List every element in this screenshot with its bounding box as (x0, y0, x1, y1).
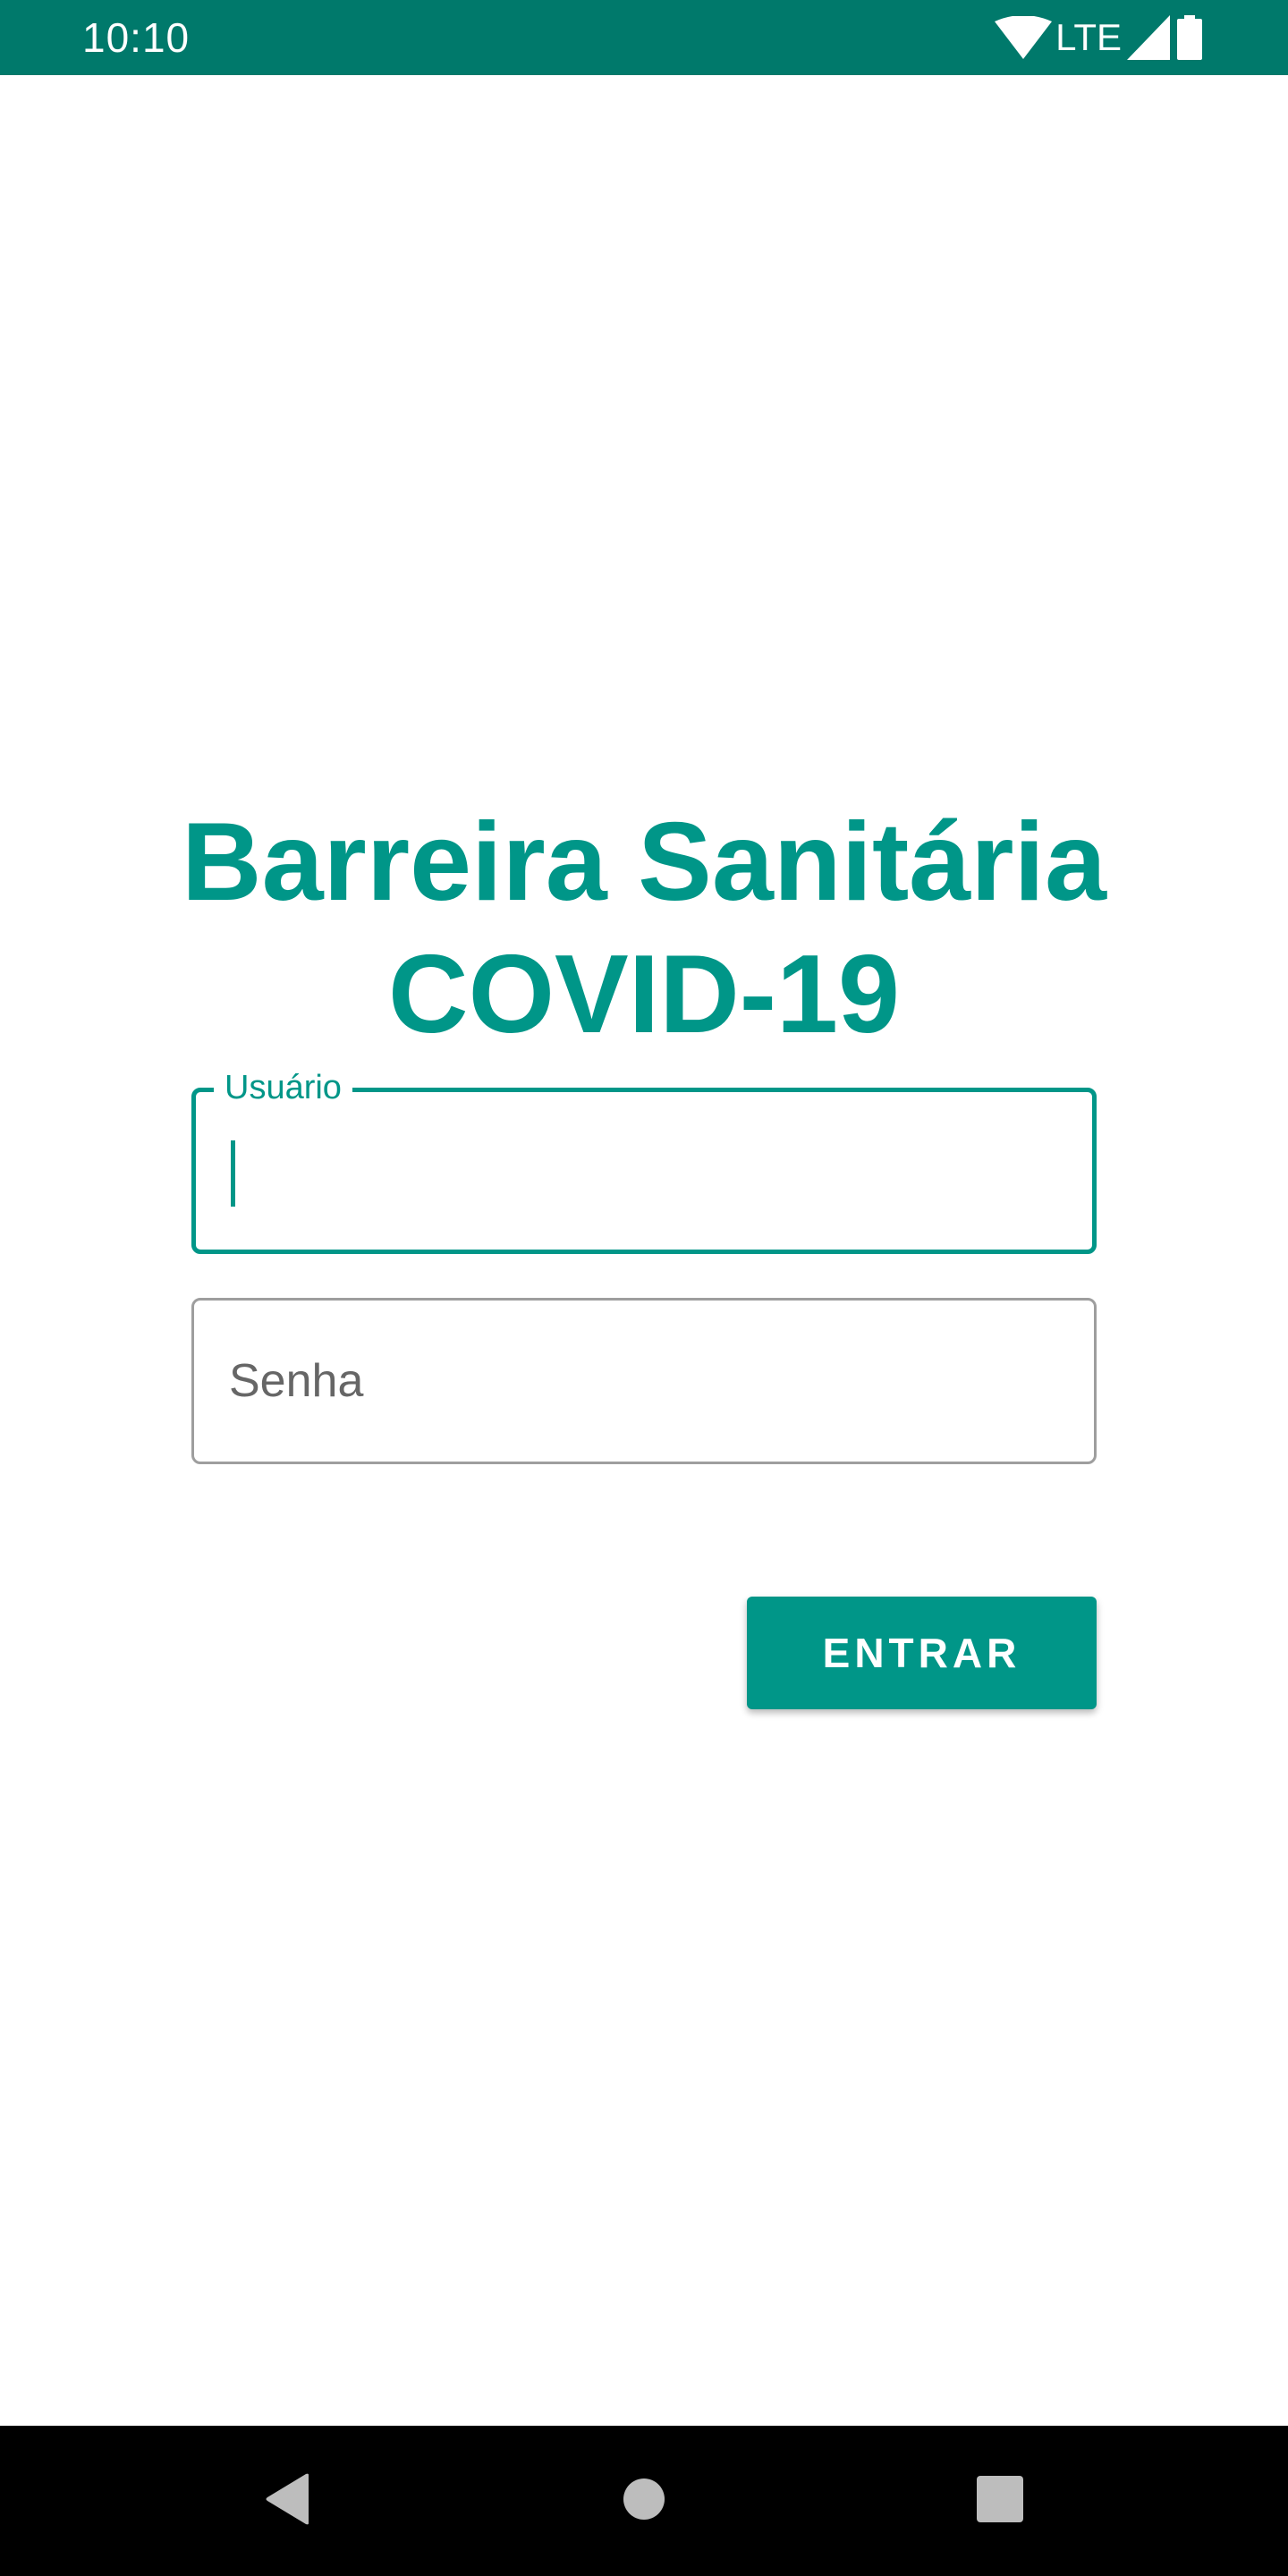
app-title-line2: COVID-19 (388, 933, 900, 1056)
username-field[interactable]: Usuário (191, 1067, 1097, 1254)
app-title: Barreira Sanitária COVID-19 (0, 796, 1288, 1061)
status-icons: LTE (995, 13, 1202, 63)
recents-button[interactable] (946, 2426, 1054, 2576)
home-icon (623, 2478, 665, 2525)
back-icon (264, 2473, 310, 2529)
signal-icon (1127, 15, 1170, 60)
navigation-bar (0, 2426, 1288, 2576)
wifi-icon (995, 16, 1053, 59)
app-title-line1: Barreira Sanitária (182, 801, 1106, 924)
status-time: 10:10 (82, 14, 191, 61)
network-type-label: LTE (1055, 16, 1122, 58)
battery-icon (1177, 15, 1202, 60)
login-button[interactable]: ENTRAR (747, 1597, 1097, 1709)
status-bar: 10:10 LTE (0, 0, 1288, 75)
recents-icon (977, 2475, 1023, 2527)
back-button[interactable] (233, 2426, 341, 2576)
password-field[interactable]: Senha (191, 1298, 1097, 1464)
home-button[interactable] (590, 2426, 698, 2576)
